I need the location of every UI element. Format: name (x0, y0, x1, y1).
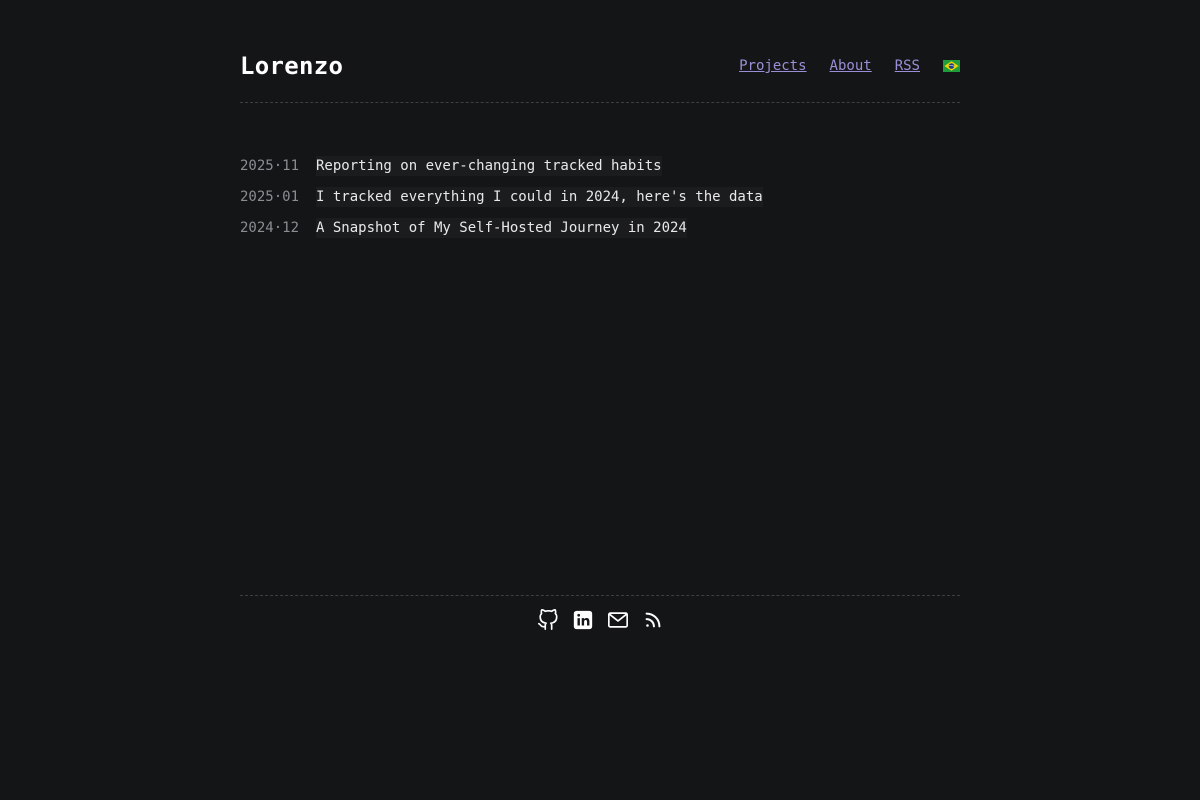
page-container: Lorenzo Projects About RSS 2025·11 Repor… (240, 0, 960, 800)
post-title-link[interactable]: I tracked everything I could in 2024, he… (316, 186, 763, 207)
social-links (240, 609, 960, 631)
nav-about-link[interactable]: About (830, 58, 872, 74)
linkedin-icon[interactable] (572, 609, 594, 631)
main-nav: Projects About RSS (716, 58, 960, 74)
nav-rss-link[interactable]: RSS (895, 58, 920, 74)
mail-icon[interactable] (607, 609, 629, 631)
site-footer (240, 595, 960, 631)
rss-icon[interactable] (642, 609, 664, 631)
post-title-link[interactable]: Reporting on ever-changing tracked habit… (316, 155, 662, 176)
brazil-flag-svg (943, 60, 960, 72)
nav-projects-link[interactable]: Projects (739, 58, 806, 74)
post-list-item: 2024·12 A Snapshot of My Self-Hosted Jou… (240, 212, 960, 243)
github-icon[interactable] (537, 609, 559, 631)
site-header: Lorenzo Projects About RSS (240, 48, 960, 103)
post-date: 2025·11 (240, 157, 300, 174)
post-title-link[interactable]: A Snapshot of My Self-Hosted Journey in … (316, 217, 687, 238)
post-list: 2025·11 Reporting on ever-changing track… (240, 150, 960, 243)
post-date: 2025·01 (240, 188, 300, 205)
post-date: 2024·12 (240, 219, 300, 236)
post-list-item: 2025·01 I tracked everything I could in … (240, 181, 960, 212)
site-title[interactable]: Lorenzo (240, 52, 343, 80)
brazil-flag-icon[interactable] (943, 60, 960, 72)
post-list-item: 2025·11 Reporting on ever-changing track… (240, 150, 960, 181)
